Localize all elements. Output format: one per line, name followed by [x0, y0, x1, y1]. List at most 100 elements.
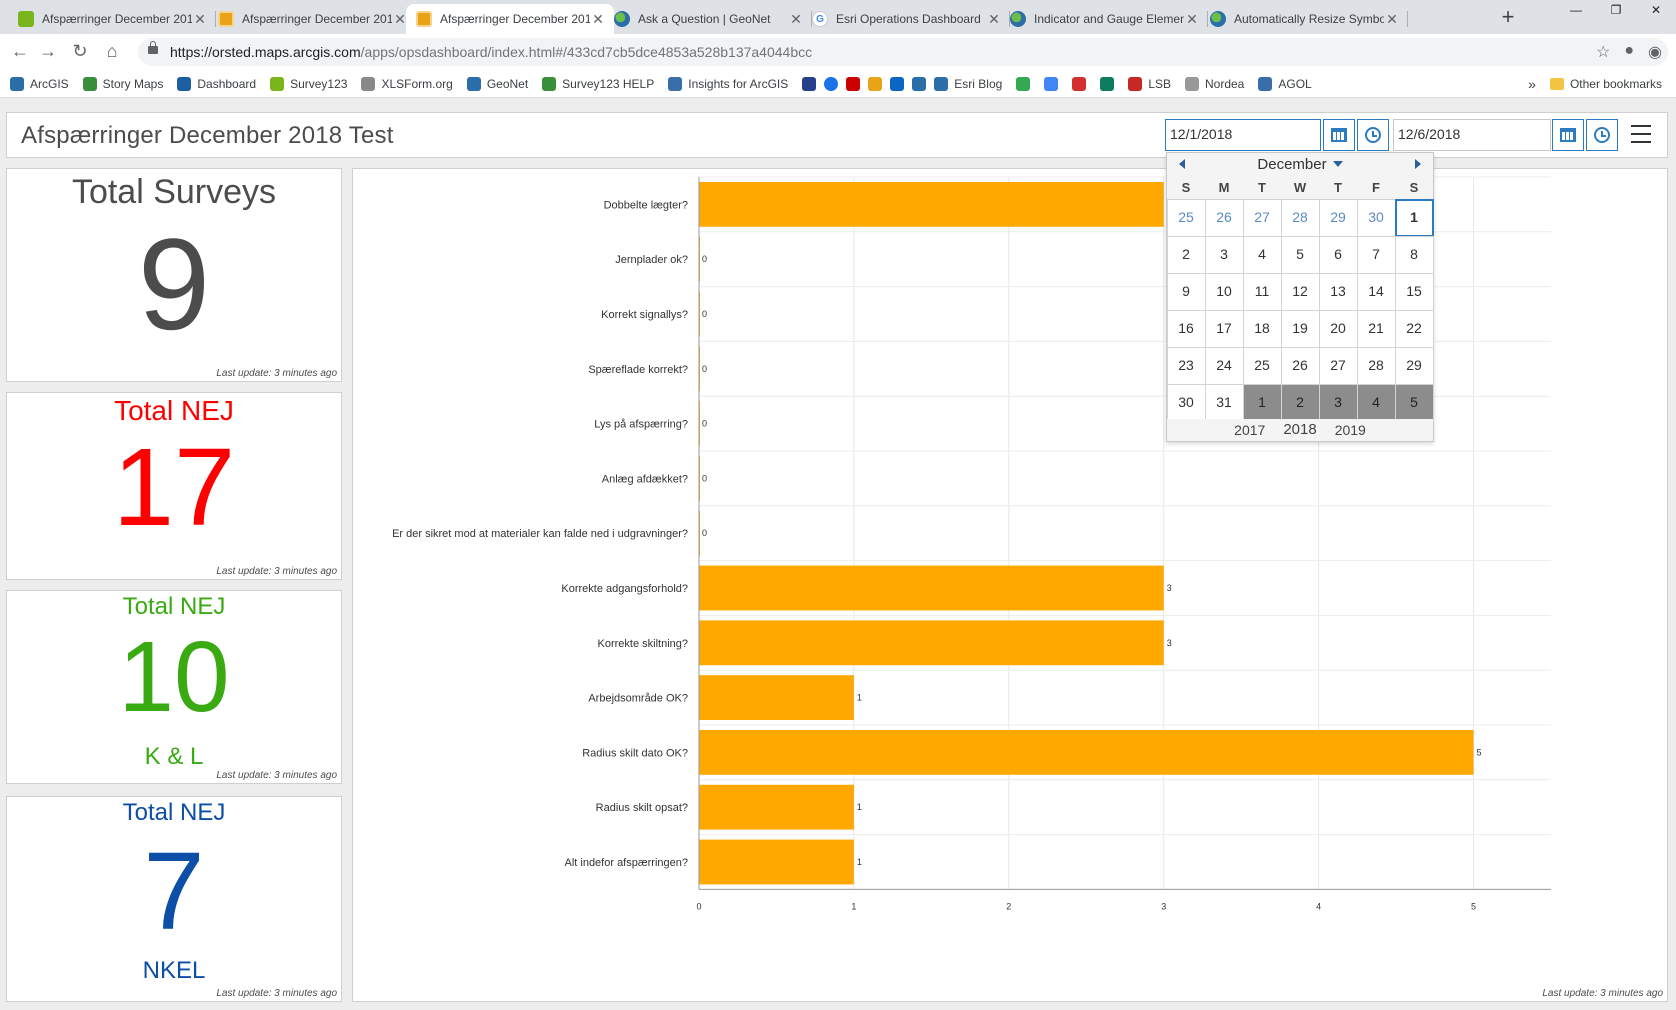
- forward-arrow-icon[interactable]: →: [36, 40, 60, 64]
- calendar-day[interactable]: 1: [1394, 198, 1434, 237]
- bookmark-item[interactable]: Dashboard: [177, 76, 256, 91]
- bookmark-item[interactable]: AGOL: [1258, 76, 1312, 91]
- bookmark-item[interactable]: LSB: [1128, 76, 1171, 91]
- calendar-day[interactable]: 29: [1318, 198, 1358, 237]
- calendar-day[interactable]: 23: [1166, 346, 1206, 385]
- calendar-day[interactable]: 30: [1166, 383, 1206, 422]
- calendar-day[interactable]: 14: [1356, 272, 1396, 311]
- restore-icon[interactable]: ❐: [1596, 0, 1636, 22]
- bookmark-item[interactable]: [890, 76, 905, 91]
- calendar-day[interactable]: 11: [1242, 272, 1282, 311]
- bookmark-item[interactable]: Esri Blog: [934, 76, 1002, 91]
- browser-tab[interactable]: Afspærringer December 2018 ✕: [406, 4, 614, 34]
- calendar-day[interactable]: 16: [1166, 309, 1206, 348]
- bookmark-item[interactable]: Nordea: [1185, 76, 1244, 91]
- calendar-day[interactable]: 15: [1394, 272, 1434, 311]
- calendar-day[interactable]: 8: [1394, 235, 1434, 274]
- bookmark-item[interactable]: [824, 76, 839, 91]
- reload-icon[interactable]: ↻: [68, 40, 92, 64]
- calendar-day[interactable]: 28: [1280, 198, 1320, 237]
- calendar-day[interactable]: 1: [1242, 383, 1282, 422]
- calendar-day[interactable]: 4: [1356, 383, 1396, 422]
- calendar-day[interactable]: 12: [1280, 272, 1320, 311]
- bookmark-item[interactable]: ArcGIS: [10, 76, 69, 91]
- browser-tab[interactable]: Automatically Resize Symbols ✕: [1200, 4, 1408, 34]
- month-selector[interactable]: December: [1167, 156, 1433, 173]
- calendar-day[interactable]: 27: [1318, 346, 1358, 385]
- bookmark-item[interactable]: [1016, 76, 1031, 91]
- bookmarks-overflow-button[interactable]: »: [1528, 76, 1536, 92]
- bookmark-item[interactable]: [868, 76, 883, 91]
- calendar-day[interactable]: 21: [1356, 309, 1396, 348]
- bookmark-item[interactable]: Survey123: [270, 76, 347, 91]
- back-arrow-icon[interactable]: ←: [8, 40, 32, 64]
- calendar-day[interactable]: 18: [1242, 309, 1282, 348]
- tab-close-icon[interactable]: ✕: [192, 11, 208, 28]
- calendar-day[interactable]: 6: [1318, 235, 1358, 274]
- minimize-icon[interactable]: —: [1556, 0, 1596, 22]
- calendar-day[interactable]: 9: [1166, 272, 1206, 311]
- bookmark-item[interactable]: [912, 76, 927, 91]
- calendar-day[interactable]: 3: [1318, 383, 1358, 422]
- calendar-day[interactable]: 28: [1356, 346, 1396, 385]
- year-option[interactable]: 2018: [1283, 419, 1316, 441]
- url-text[interactable]: https://orsted.maps.arcgis.com/apps/opsd…: [170, 44, 812, 60]
- menu-icon[interactable]: [1631, 125, 1651, 143]
- tab-close-icon[interactable]: ✕: [1384, 11, 1400, 28]
- calendar-day[interactable]: 25: [1166, 198, 1206, 237]
- date-from-calendar-button[interactable]: [1323, 119, 1355, 151]
- extension-icon[interactable]: ◉: [1648, 42, 1662, 62]
- calendar-day[interactable]: 5: [1280, 235, 1320, 274]
- new-tab-button[interactable]: +: [1494, 4, 1522, 32]
- calendar-day[interactable]: 19: [1280, 309, 1320, 348]
- bookmark-item[interactable]: Insights for ArcGIS: [668, 76, 788, 91]
- calendar-day[interactable]: 26: [1204, 198, 1244, 237]
- next-month-icon[interactable]: [1415, 159, 1421, 169]
- calendar-day[interactable]: 26: [1280, 346, 1320, 385]
- bookmark-item[interactable]: [802, 76, 817, 91]
- calendar-day[interactable]: 4: [1242, 235, 1282, 274]
- calendar-day[interactable]: 7: [1356, 235, 1396, 274]
- bookmark-item[interactable]: [1044, 76, 1059, 91]
- year-option[interactable]: 2017: [1234, 419, 1265, 441]
- bookmark-item[interactable]: XLSForm.org: [361, 76, 453, 91]
- year-option[interactable]: 2019: [1335, 419, 1366, 441]
- calendar-day[interactable]: 27: [1242, 198, 1282, 237]
- profile-icon[interactable]: ●: [1624, 42, 1634, 62]
- calendar-day[interactable]: 13: [1318, 272, 1358, 311]
- bookmark-item[interactable]: [1072, 76, 1087, 91]
- bookmark-item[interactable]: GeoNet: [466, 76, 528, 91]
- address-bar[interactable]: https://orsted.maps.arcgis.com/apps/opsd…: [138, 38, 1668, 66]
- browser-tab[interactable]: Afspærringer December 2018 ✕: [8, 4, 216, 34]
- calendar-day[interactable]: 22: [1394, 309, 1434, 348]
- other-bookmarks[interactable]: Other bookmarks: [1549, 77, 1662, 91]
- browser-tab[interactable]: G Esri Operations Dashboard ✕: [802, 4, 1010, 34]
- bookmark-star-icon[interactable]: ☆: [1596, 42, 1610, 62]
- browser-tab[interactable]: Ask a Question | GeoNet ✕: [604, 4, 812, 34]
- calendar-day[interactable]: 29: [1394, 346, 1434, 385]
- bookmark-item[interactable]: [1100, 76, 1115, 91]
- date-to-input[interactable]: 12/6/2018: [1393, 119, 1551, 151]
- date-to-calendar-button[interactable]: [1552, 119, 1584, 151]
- calendar-day[interactable]: 31: [1204, 383, 1244, 422]
- calendar-day[interactable]: 5: [1394, 383, 1434, 422]
- calendar-day[interactable]: 2: [1280, 383, 1320, 422]
- calendar-day[interactable]: 20: [1318, 309, 1358, 348]
- calendar-day[interactable]: 17: [1204, 309, 1244, 348]
- calendar-day[interactable]: 10: [1204, 272, 1244, 311]
- calendar-day[interactable]: 2: [1166, 235, 1206, 274]
- date-from-input[interactable]: 12/1/2018: [1165, 119, 1321, 151]
- date-to-time-button[interactable]: [1586, 119, 1618, 151]
- tab-close-icon[interactable]: ✕: [1184, 11, 1200, 28]
- close-window-icon[interactable]: ✕: [1636, 0, 1676, 22]
- calendar-day[interactable]: 25: [1242, 346, 1282, 385]
- browser-tab[interactable]: Afspærringer December 2018 ✕: [208, 4, 416, 34]
- bookmark-item[interactable]: Story Maps: [82, 76, 163, 91]
- calendar-day[interactable]: 3: [1204, 235, 1244, 274]
- home-icon[interactable]: ⌂: [100, 40, 124, 64]
- bookmark-item[interactable]: Survey123 HELP: [542, 76, 654, 91]
- calendar-day[interactable]: 30: [1356, 198, 1396, 237]
- date-from-time-button[interactable]: [1357, 119, 1389, 151]
- bookmark-item[interactable]: [846, 76, 861, 91]
- calendar-day[interactable]: 24: [1204, 346, 1244, 385]
